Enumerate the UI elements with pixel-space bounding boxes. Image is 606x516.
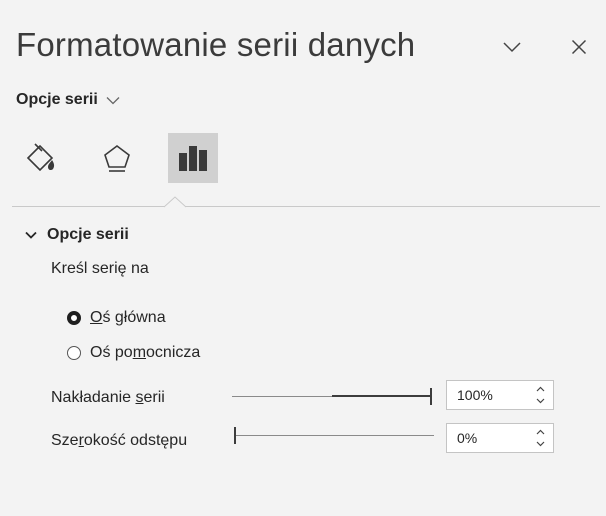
- radio-button-unselected: [67, 346, 81, 360]
- series-overlap-slider[interactable]: [232, 387, 432, 407]
- chevron-up-icon: [536, 429, 544, 435]
- series-overlap-input[interactable]: [457, 387, 527, 403]
- tab-series-options[interactable]: [168, 133, 218, 183]
- group-title: Opcje serii: [47, 226, 129, 243]
- primary-axis-label: Oś główna: [90, 309, 166, 326]
- slider-fill: [332, 395, 430, 397]
- chevron-down-icon: [25, 231, 37, 239]
- gap-width-spinner: [446, 423, 554, 453]
- decrement-button[interactable]: [533, 438, 547, 450]
- category-tabs: [16, 133, 218, 183]
- radio-primary-axis[interactable]: Oś główna: [67, 309, 166, 327]
- radio-button-selected: [67, 311, 81, 325]
- tab-fill-line[interactable]: [16, 133, 66, 183]
- series-options-group-toggle[interactable]: Opcje serii: [25, 226, 129, 244]
- pane-title: Formatowanie serii danych: [16, 26, 416, 63]
- chevron-down-icon: [536, 441, 544, 447]
- tab-divider: [12, 206, 600, 207]
- gap-width-input[interactable]: [457, 430, 527, 446]
- tab-effects[interactable]: [92, 133, 142, 183]
- pentagon-effects-icon: [104, 145, 130, 172]
- pane-options-button[interactable]: [495, 30, 529, 64]
- section-dropdown[interactable]: Opcje serii: [16, 91, 120, 109]
- chevron-down-icon: [536, 398, 544, 404]
- gap-width-label: Szerokość odstępu: [51, 432, 188, 449]
- chevron-down-icon: [503, 42, 521, 53]
- slider-track: [234, 435, 434, 436]
- decrement-button[interactable]: [533, 395, 547, 407]
- chevron-down-icon: [106, 96, 120, 104]
- paint-bucket-icon: [26, 143, 55, 172]
- plot-series-on-label: Kreśl serię na: [51, 260, 149, 277]
- increment-button[interactable]: [533, 383, 547, 395]
- secondary-axis-label: Oś pomocnicza: [90, 344, 201, 361]
- close-icon: [571, 39, 587, 55]
- bar-chart-icon: [179, 146, 207, 171]
- slider-thumb[interactable]: [430, 388, 432, 405]
- series-overlap-label: Nakładanie serii: [51, 389, 165, 406]
- gap-width-slider[interactable]: [234, 426, 434, 446]
- slider-thumb[interactable]: [234, 427, 236, 444]
- series-overlap-spinner: [446, 380, 554, 410]
- active-tab-pointer: [164, 196, 186, 208]
- close-pane-button[interactable]: [562, 30, 596, 64]
- radio-secondary-axis[interactable]: Oś pomocnicza: [67, 344, 200, 362]
- section-dropdown-label: Opcje serii: [16, 91, 98, 108]
- increment-button[interactable]: [533, 426, 547, 438]
- chevron-up-icon: [536, 386, 544, 392]
